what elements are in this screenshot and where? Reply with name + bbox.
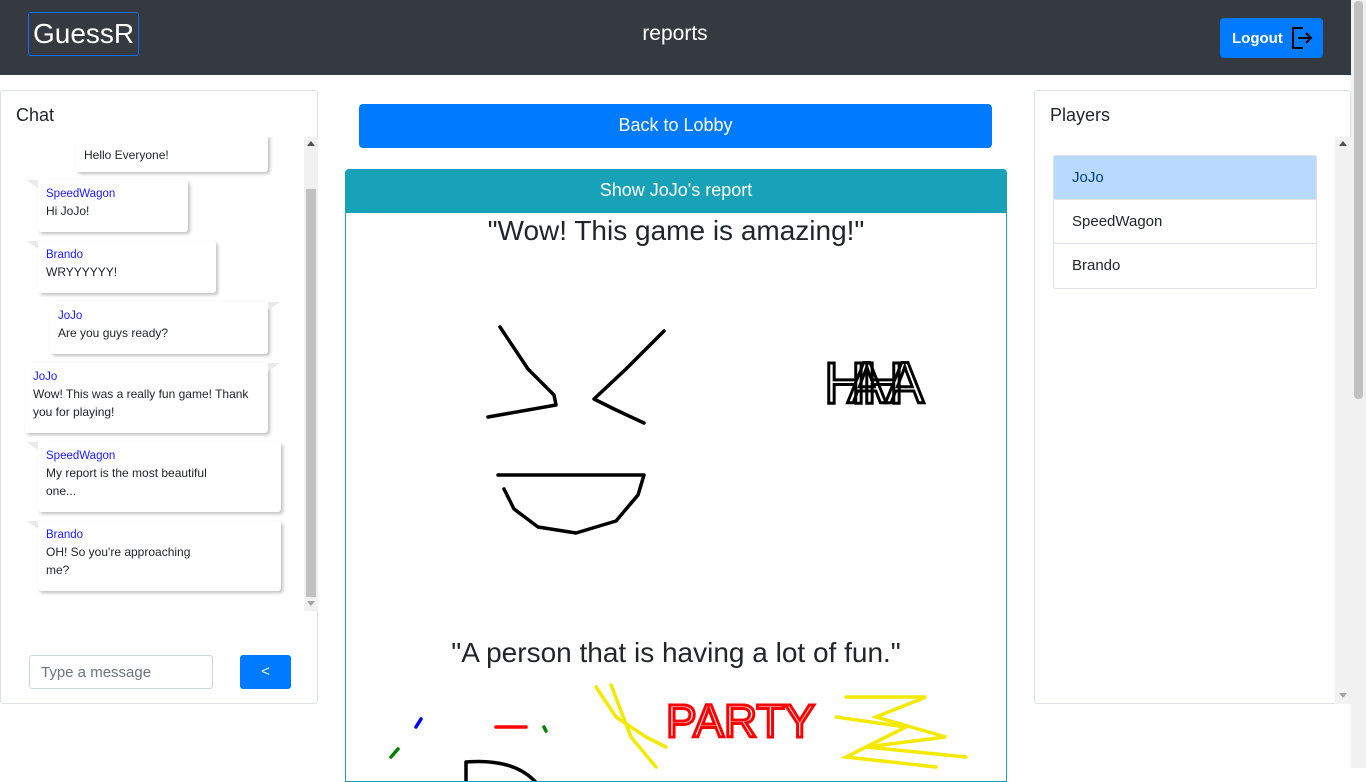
chat-scrollbar[interactable]	[304, 137, 318, 611]
message-author: SpeedWagon	[46, 450, 116, 462]
chat-scrollbar-thumb[interactable]	[306, 189, 316, 597]
players-title: Players	[1050, 105, 1111, 125]
report-caption: "A person that is having a lot of fun."	[451, 637, 901, 668]
chat-panel: Chat Hello Everyone! SpeedWagon Hi JoJo!…	[0, 90, 318, 704]
party-drawing: PARTY	[389, 683, 968, 781]
message-text: Hi JoJo!	[46, 204, 90, 218]
message-author: JoJo	[33, 371, 58, 383]
chat-message: Brando WRYYYYYY!	[26, 241, 216, 293]
navbar: GuessR reports Logout	[0, 0, 1366, 75]
logout-icon	[1291, 27, 1313, 49]
page-scrollbar[interactable]	[1351, 0, 1366, 768]
chat-message-input[interactable]	[29, 655, 213, 689]
page-scrollbar-thumb[interactable]	[1354, 1, 1363, 399]
chat-message: SpeedWagon Hi JoJo!	[26, 180, 188, 232]
send-message-button[interactable]: <	[240, 655, 291, 689]
players-scrollbar[interactable]	[1335, 137, 1351, 704]
page-title: reports	[642, 22, 708, 45]
scroll-down-icon[interactable]	[307, 601, 315, 606]
player-item[interactable]: SpeedWagon	[1054, 200, 1316, 244]
drawing-text-party: PARTY	[666, 695, 815, 747]
message-text: OH! So you're approaching me?	[46, 545, 191, 577]
chat-message: JoJo Are you guys ready?	[50, 302, 280, 354]
back-to-lobby-button[interactable]: Back to Lobby	[359, 104, 992, 148]
chat-message: Hello Everyone!	[76, 137, 280, 172]
brand-logo[interactable]: GuessR	[28, 12, 140, 56]
player-item[interactable]: JoJo	[1054, 156, 1316, 200]
players-list: JoJo SpeedWagon Brando	[1053, 155, 1317, 289]
report-caption: "Wow! This game is amazing!"	[487, 215, 865, 246]
chat-message-list[interactable]: Hello Everyone! SpeedWagon Hi JoJo! Bran…	[7, 137, 318, 611]
message-author: JoJo	[58, 310, 83, 322]
message-author: Brando	[46, 529, 84, 541]
message-author: Brando	[46, 249, 84, 261]
chat-message: JoJo Wow! This was a really fun game! Th…	[25, 363, 280, 433]
logout-button[interactable]: Logout	[1220, 18, 1323, 58]
message-author: SpeedWagon	[46, 188, 116, 200]
message-text: My report is the most beautiful one...	[46, 466, 207, 498]
scroll-up-icon[interactable]	[1339, 141, 1347, 146]
logout-label: Logout	[1232, 29, 1283, 47]
message-text: Are you guys ready?	[58, 326, 169, 340]
message-text: WRYYYYYY!	[46, 265, 118, 279]
message-text: Hello Everyone!	[84, 148, 169, 162]
show-report-button[interactable]: Show JoJo's report	[345, 169, 1007, 212]
player-item[interactable]: Brando	[1054, 244, 1316, 288]
chat-message: SpeedWagon My report is the most beautif…	[26, 442, 281, 512]
scroll-down-icon[interactable]	[1339, 693, 1347, 698]
scroll-up-icon[interactable]	[307, 141, 315, 146]
drawing-text-ha: HA HA	[824, 351, 924, 416]
players-panel: Players JoJo SpeedWagon Brando	[1034, 90, 1351, 704]
chat-title: Chat	[16, 105, 55, 125]
ha-ha-text-drawing: HA HA	[823, 350, 926, 418]
report-panel: "Wow! This game is amazing!" HA HA "A pe…	[345, 212, 1007, 782]
chat-message: Brando OH! So you're approaching me?	[26, 521, 281, 591]
message-text: Wow! This was a really fun game! Thank y…	[33, 387, 249, 419]
